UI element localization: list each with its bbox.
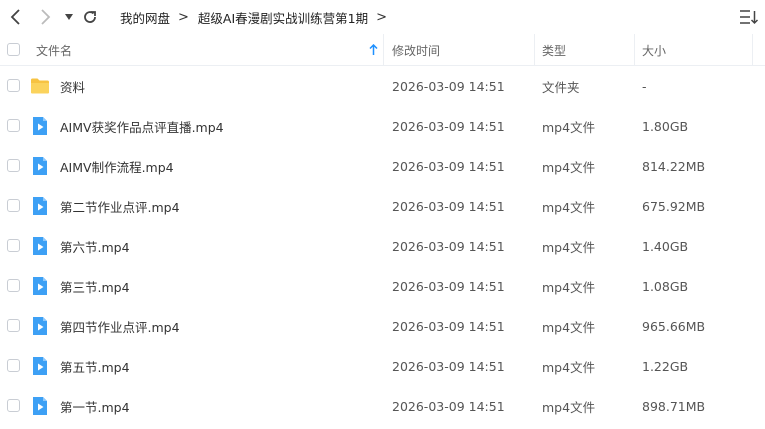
file-row[interactable]: AIMV制作流程.mp4 2026-03-09 14:51 mp4文件 814.… xyxy=(0,146,765,186)
refresh-button[interactable] xyxy=(79,6,101,28)
row-checkbox[interactable] xyxy=(7,239,20,252)
column-divider[interactable] xyxy=(383,34,384,66)
row-checkbox[interactable] xyxy=(7,319,20,332)
file-icon xyxy=(30,276,50,296)
file-icon xyxy=(30,236,50,256)
file-type: mp4文件 xyxy=(542,399,596,415)
file-modified: 2026-03-09 14:51 xyxy=(392,318,505,334)
chevron-right-icon xyxy=(41,9,51,25)
video-file-icon xyxy=(33,157,47,175)
file-modified: 2026-03-09 14:51 xyxy=(392,238,505,254)
sort-options-button[interactable] xyxy=(739,8,759,26)
file-modified: 2026-03-09 14:51 xyxy=(392,358,505,374)
sort-ascending-icon[interactable] xyxy=(369,44,378,56)
file-modified: 2026-03-09 14:51 xyxy=(392,278,505,294)
file-icon xyxy=(30,396,50,416)
breadcrumb-expand-icon[interactable]: > xyxy=(376,10,387,25)
file-row[interactable]: 第五节.mp4 2026-03-09 14:51 mp4文件 1.22GB xyxy=(0,346,765,386)
file-size: 965.66MB xyxy=(642,318,706,334)
file-row[interactable]: AIMV获奖作品点评直播.mp4 2026-03-09 14:51 mp4文件 … xyxy=(0,106,765,146)
column-divider[interactable] xyxy=(534,34,535,66)
file-icon xyxy=(30,116,50,136)
file-size: 1.40GB xyxy=(642,238,689,254)
video-file-icon xyxy=(33,357,47,375)
file-modified: 2026-03-09 14:51 xyxy=(392,158,505,174)
back-button[interactable] xyxy=(5,6,27,28)
file-size: 814.22MB xyxy=(642,158,706,174)
file-name[interactable]: 资料 xyxy=(60,66,85,106)
breadcrumb-separator-icon: > xyxy=(178,9,189,25)
file-name[interactable]: AIMV获奖作品点评直播.mp4 xyxy=(60,106,224,146)
file-size: - xyxy=(642,78,647,94)
row-checkbox[interactable] xyxy=(7,159,20,172)
row-checkbox[interactable] xyxy=(7,279,20,292)
column-divider[interactable] xyxy=(634,34,635,66)
file-row[interactable]: 第二节作业点评.mp4 2026-03-09 14:51 mp4文件 675.9… xyxy=(0,186,765,226)
file-name[interactable]: 第三节.mp4 xyxy=(60,266,130,306)
file-size: 898.71MB xyxy=(642,398,706,414)
file-type: mp4文件 xyxy=(542,319,596,335)
file-list-header: 文件名 修改时间 类型 大小 xyxy=(0,34,765,66)
file-size: 1.22GB xyxy=(642,358,689,374)
file-row[interactable]: 第四节作业点评.mp4 2026-03-09 14:51 mp4文件 965.6… xyxy=(0,306,765,346)
file-icon xyxy=(30,196,50,216)
file-name[interactable]: AIMV制作流程.mp4 xyxy=(60,146,174,186)
row-checkbox[interactable] xyxy=(7,399,20,412)
row-checkbox[interactable] xyxy=(7,119,20,132)
file-type: mp4文件 xyxy=(542,119,596,135)
file-size: 675.92MB xyxy=(642,198,706,214)
history-dropdown-button[interactable] xyxy=(58,6,80,28)
file-type: mp4文件 xyxy=(542,279,596,295)
file-row[interactable]: 资料 2026-03-09 14:51 文件夹 - xyxy=(0,66,765,106)
file-icon xyxy=(30,356,50,376)
video-file-icon xyxy=(33,317,47,335)
refresh-icon xyxy=(84,11,96,23)
file-type: mp4文件 xyxy=(542,359,596,375)
chevron-left-icon xyxy=(10,9,20,25)
file-row[interactable]: 第一节.mp4 2026-03-09 14:51 mp4文件 898.71MB xyxy=(0,386,765,426)
video-file-icon xyxy=(33,117,47,135)
file-type: 文件夹 xyxy=(542,79,580,95)
row-checkbox[interactable] xyxy=(7,359,20,372)
forward-button[interactable] xyxy=(34,6,56,28)
toolbar: 我的网盘 > 超级AI春漫剧实战训练营第1期 > xyxy=(0,0,765,34)
caret-down-icon xyxy=(65,14,73,20)
video-file-icon xyxy=(33,397,47,415)
video-file-icon xyxy=(33,197,47,215)
file-name[interactable]: 第二节作业点评.mp4 xyxy=(60,186,180,226)
column-header-size[interactable]: 大小 xyxy=(642,34,666,66)
video-file-icon xyxy=(33,237,47,255)
file-modified: 2026-03-09 14:51 xyxy=(392,398,505,414)
file-name[interactable]: 第一节.mp4 xyxy=(60,386,130,426)
column-header-modified[interactable]: 修改时间 xyxy=(392,34,440,66)
file-modified: 2026-03-09 14:51 xyxy=(392,78,505,94)
column-header-name[interactable]: 文件名 xyxy=(36,34,72,66)
file-name[interactable]: 第五节.mp4 xyxy=(60,346,130,386)
file-name[interactable]: 第六节.mp4 xyxy=(60,226,130,266)
select-all-checkbox[interactable] xyxy=(7,43,20,56)
file-icon xyxy=(30,76,50,96)
file-size: 1.80GB xyxy=(642,118,689,134)
video-file-icon xyxy=(33,277,47,295)
file-type: mp4文件 xyxy=(542,199,596,215)
breadcrumb-item-root[interactable]: 我的网盘 xyxy=(120,8,170,27)
column-header-type[interactable]: 类型 xyxy=(542,34,566,66)
file-size: 1.08GB xyxy=(642,278,689,294)
file-modified: 2026-03-09 14:51 xyxy=(392,198,505,214)
file-type: mp4文件 xyxy=(542,239,596,255)
file-row[interactable]: 第三节.mp4 2026-03-09 14:51 mp4文件 1.08GB xyxy=(0,266,765,306)
breadcrumb: 我的网盘 > 超级AI春漫剧实战训练营第1期 > xyxy=(120,0,396,34)
row-checkbox[interactable] xyxy=(7,79,20,92)
row-checkbox[interactable] xyxy=(7,199,20,212)
file-icon xyxy=(30,156,50,176)
file-row[interactable]: 第六节.mp4 2026-03-09 14:51 mp4文件 1.40GB xyxy=(0,226,765,266)
file-icon xyxy=(30,316,50,336)
folder-icon xyxy=(31,78,49,94)
file-name[interactable]: 第四节作业点评.mp4 xyxy=(60,306,180,346)
file-modified: 2026-03-09 14:51 xyxy=(392,118,505,134)
sort-list-icon xyxy=(740,10,759,25)
file-type: mp4文件 xyxy=(542,159,596,175)
column-divider[interactable] xyxy=(752,34,753,66)
breadcrumb-item-current[interactable]: 超级AI春漫剧实战训练营第1期 xyxy=(198,8,368,27)
